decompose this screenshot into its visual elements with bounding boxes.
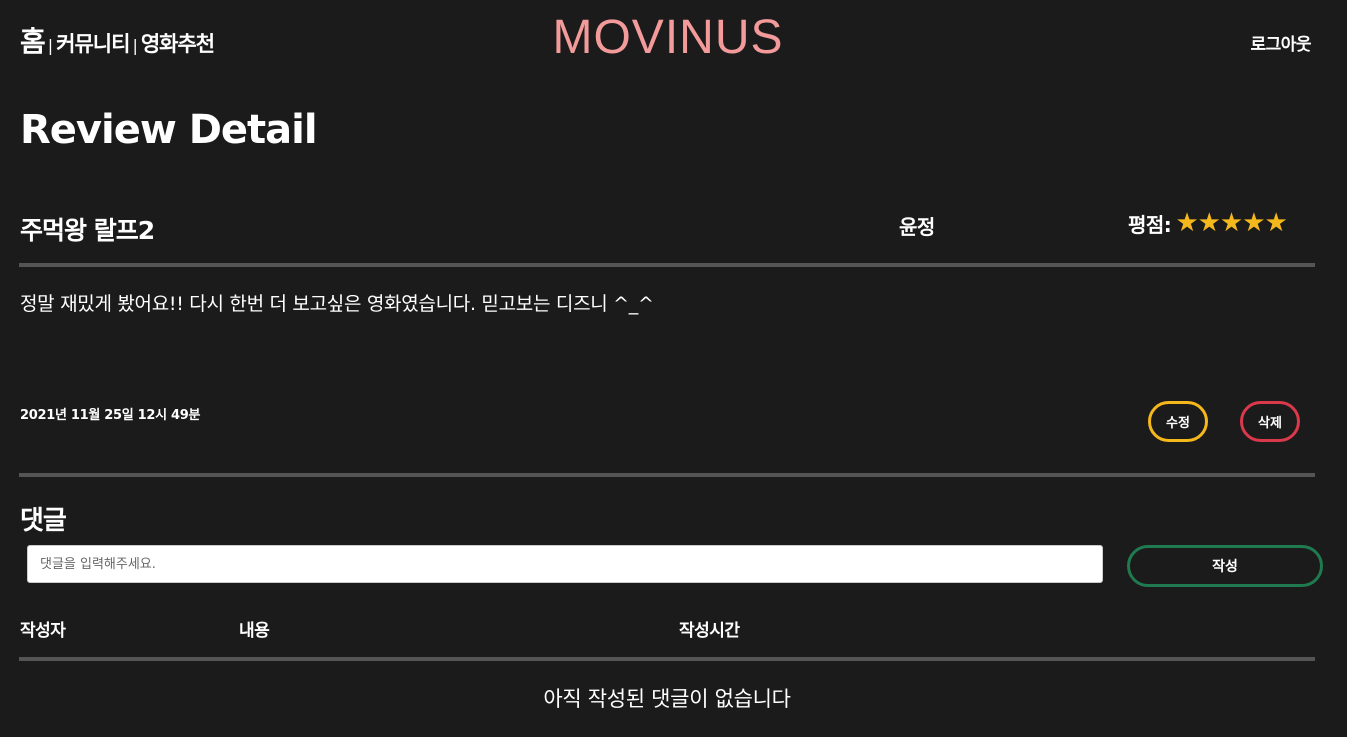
nav-community-link[interactable]: 커뮤니티 <box>56 28 130 58</box>
review-detail-page: 홈 | 커뮤니티 | 영화추천 MOVINUS 로그아웃 Review Deta… <box>0 0 1347 737</box>
comment-submit-button[interactable]: 작성 <box>1127 545 1323 587</box>
comment-input[interactable] <box>27 545 1103 583</box>
review-date: 2021년 11월 25일 12시 49분 <box>20 408 201 423</box>
divider <box>19 657 1315 661</box>
comments-heading: 댓글 <box>20 506 67 536</box>
page-title: Review Detail <box>20 107 318 153</box>
column-header-content: 내용 <box>239 621 270 641</box>
nav-separator: | <box>47 36 54 55</box>
rating-stars-icon: ★★★★★ <box>1175 208 1288 238</box>
divider <box>19 263 1315 267</box>
main-nav: 홈 | 커뮤니티 | 영화추천 <box>20 20 215 60</box>
site-logo[interactable]: MOVINUS <box>540 10 796 66</box>
empty-comments-message: 아직 작성된 댓글이 없습니다 <box>543 687 791 711</box>
nav-recommend-link[interactable]: 영화추천 <box>141 28 215 58</box>
review-content: 정말 재밌게 봤어요!! 다시 한번 더 보고싶은 영화였습니다. 믿고보는 디… <box>20 293 654 315</box>
column-header-author: 작성자 <box>20 621 66 641</box>
nav-separator: | <box>132 36 138 55</box>
rating-label: 평점: <box>1128 212 1172 237</box>
movie-title: 주먹왕 랄프2 <box>20 216 155 245</box>
logout-link[interactable]: 로그아웃 <box>1250 30 1311 55</box>
delete-button[interactable]: 삭제 <box>1240 401 1300 442</box>
nav-home-link[interactable]: 홈 <box>20 20 46 60</box>
divider <box>19 473 1315 477</box>
column-header-time: 작성시간 <box>679 621 740 641</box>
edit-button[interactable]: 수정 <box>1148 401 1208 442</box>
review-author: 윤정 <box>899 215 935 239</box>
review-rating: 평점: ★★★★★ <box>1128 208 1288 238</box>
